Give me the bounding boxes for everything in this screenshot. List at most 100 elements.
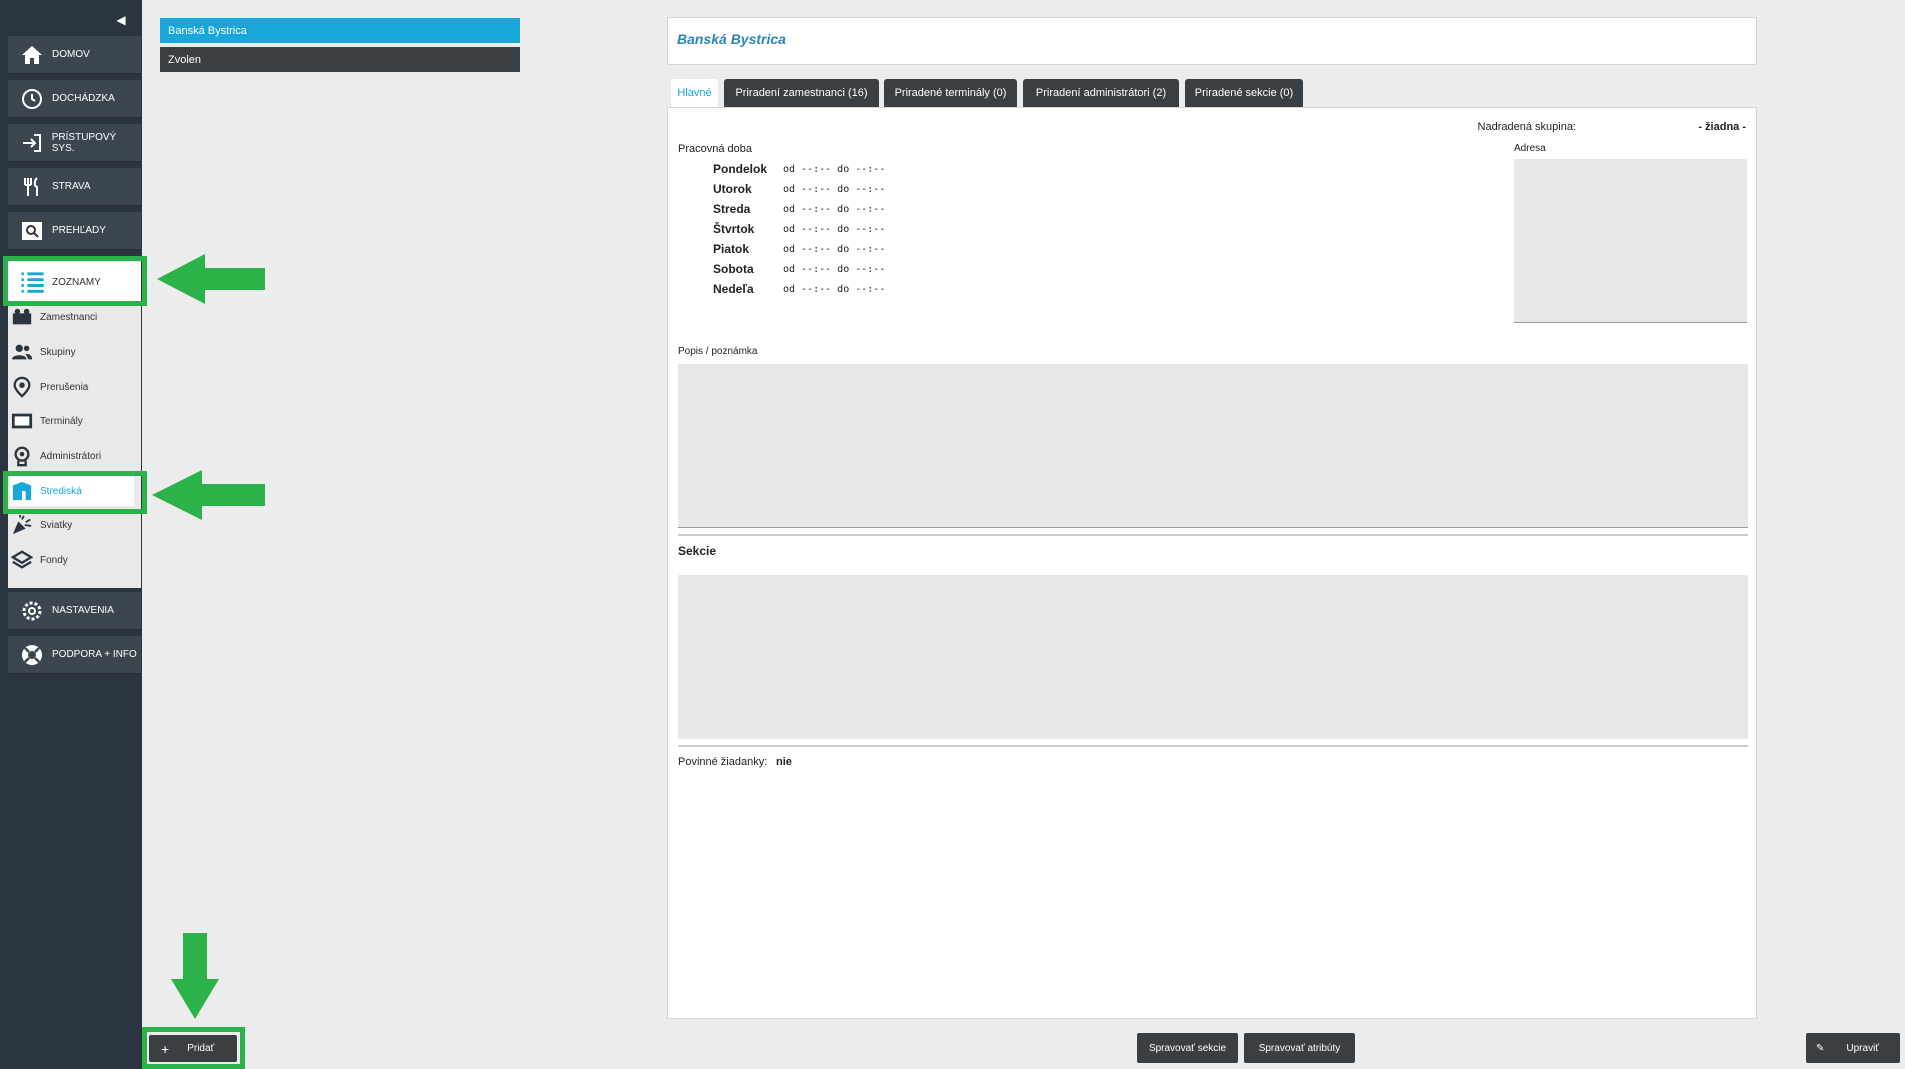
tab-label: Hlavné (677, 87, 712, 99)
address-label: Adresa (1514, 143, 1546, 154)
nav-label: PODPORA + INFO (52, 649, 137, 660)
list-item-label: Zvolen (168, 53, 202, 66)
time-range: od --:-- do --:-- (783, 184, 886, 195)
sidebar-item-label: Zamestnanci (40, 311, 98, 323)
time-range: od --:-- do --:-- (783, 204, 886, 215)
add-button[interactable]: + Pridať (149, 1035, 237, 1062)
day-label: Nedeľa (713, 282, 754, 296)
sidebar-item-terminals[interactable]: Terminály (10, 406, 134, 436)
day-label: Utorok (713, 182, 752, 196)
note-field[interactable] (678, 364, 1748, 528)
sidebar-item-groups[interactable]: Skupiny (10, 337, 134, 367)
manage-attributes-button[interactable]: Spravovať atribúty (1244, 1033, 1355, 1063)
highlight-centers (3, 471, 147, 514)
work-time-label: Pracovná doba (678, 143, 752, 155)
day-label: Pondelok (713, 162, 768, 176)
nav-label: STRAVA (52, 181, 91, 192)
nav-reports[interactable]: PREHĽADY (8, 212, 141, 250)
login-icon (18, 129, 46, 157)
time-range: od --:-- do --:-- (783, 244, 886, 255)
sidebar-item-label: Sviatky (40, 519, 73, 531)
mandatory-requests-label: Povinné žiadanky: (678, 756, 768, 768)
nav-label: PREHĽADY (52, 225, 106, 236)
address-field[interactable] (1514, 159, 1747, 323)
day-label: Štvrtok (713, 222, 755, 236)
button-label: Spravovať sekcie (1148, 1042, 1227, 1054)
collapse-sidebar-icon[interactable]: ◀ (112, 12, 130, 28)
sidebar-item-holidays[interactable]: Sviatky (10, 510, 134, 540)
clock-icon (18, 85, 46, 113)
button-label: Upraviť (1846, 1042, 1880, 1054)
time-range: od --:-- do --:-- (783, 264, 886, 275)
group-icon (10, 340, 34, 364)
time-range: od --:-- do --:-- (783, 164, 886, 175)
divider (678, 534, 1748, 536)
list-item-label: Banská Bystrica (168, 24, 247, 37)
list-item[interactable]: Banská Bystrica (160, 18, 520, 43)
button-label: Spravovať atribúty (1258, 1042, 1341, 1054)
nav-settings[interactable]: NASTAVENIA (8, 592, 141, 630)
manage-sections-button[interactable]: Spravovať sekcie (1137, 1033, 1238, 1063)
sidebar-item-label: Terminály (40, 415, 83, 427)
sidebar-item-label: Administrátori (40, 450, 102, 462)
nav-label: DOCHÁDZKA (52, 93, 115, 104)
note-label: Popis / poznámka (678, 346, 758, 357)
terminal-icon (10, 409, 34, 433)
nav-access-system[interactable]: PRÍSTUPOVÝ SYS. (8, 124, 141, 162)
sections-area (678, 575, 1748, 739)
sidebar: ◀ DOMOV DOCHÁDZKA PRÍSTUPOVÝ SYS. STRAVA… (0, 0, 142, 1069)
list-item[interactable]: Zvolen (160, 47, 520, 72)
tab-label: Priradení administrátori (2) (1035, 87, 1167, 99)
green-arrow-left-icon (157, 254, 265, 304)
sidebar-item-administrators[interactable]: Administrátori (10, 441, 134, 471)
tab-main[interactable]: Hlavné (671, 79, 718, 107)
nav-label: DOMOV (52, 49, 90, 60)
tab-assigned-terminals[interactable]: Priradené terminály (0) (884, 79, 1017, 107)
nav-home[interactable]: DOMOV (8, 36, 141, 74)
sidebar-item-label: Fondy (40, 554, 68, 566)
page-title: Banská Bystrica (677, 31, 786, 47)
add-button-label: Pridať (187, 1043, 215, 1054)
employees-icon (10, 305, 34, 329)
location-pin-icon (10, 375, 34, 399)
sidebar-item-employees[interactable]: Zamestnanci (10, 302, 134, 332)
party-icon (10, 513, 34, 537)
mandatory-requests-value: nie (776, 756, 792, 768)
green-arrow-left-icon (152, 470, 265, 520)
sections-label: Sekcie (678, 544, 717, 558)
nav-label: PRÍSTUPOVÝ SYS. (51, 131, 117, 154)
time-range: od --:-- do --:-- (783, 224, 886, 235)
home-icon (18, 41, 46, 69)
cutlery-icon (18, 173, 46, 201)
sidebar-item-interruptions[interactable]: Prerušenia (10, 372, 134, 402)
divider (678, 745, 1748, 747)
tab-assigned-sections[interactable]: Priradené sekcie (0) (1185, 79, 1303, 107)
edit-button[interactable]: ✎ Upraviť (1806, 1033, 1900, 1063)
search-icon (18, 217, 46, 245)
sidebar-item-label: Prerušenia (40, 381, 89, 393)
pencil-icon: ✎ (1816, 1042, 1825, 1054)
tab-label: Priradené terminály (0) (894, 87, 1007, 99)
gear-icon (18, 597, 46, 625)
tab-label: Priradení zamestnanci (16) (735, 87, 868, 99)
nav-food[interactable]: STRAVA (8, 168, 141, 206)
detail-content: Nadradená skupina: - žiadna - Pracovná d… (667, 107, 1757, 1019)
day-label: Sobota (713, 262, 754, 276)
tab-label: Priradené sekcie (0) (1194, 87, 1294, 99)
nav-attendance[interactable]: DOCHÁDZKA (8, 80, 141, 118)
nav-label: NASTAVENIA (52, 605, 114, 616)
detail-title-box: Banská Bystrica (667, 17, 1757, 65)
highlight-lists (3, 256, 147, 306)
tab-assigned-employees[interactable]: Priradení zamestnanci (16) (724, 79, 879, 107)
parent-group-label: Nadradená skupina: (1477, 121, 1576, 133)
layers-icon (10, 548, 34, 572)
tab-assigned-administrators[interactable]: Priradení administrátori (2) (1023, 79, 1179, 107)
day-label: Piatok (713, 242, 750, 256)
lifebuoy-icon (18, 641, 46, 669)
time-range: od --:-- do --:-- (783, 284, 886, 295)
day-label: Streda (713, 202, 751, 216)
sidebar-item-label: Skupiny (40, 346, 76, 358)
sidebar-item-funds[interactable]: Fondy (10, 545, 134, 575)
nav-support-info[interactable]: PODPORA + INFO (8, 636, 141, 674)
plus-icon: + (161, 1040, 170, 1057)
